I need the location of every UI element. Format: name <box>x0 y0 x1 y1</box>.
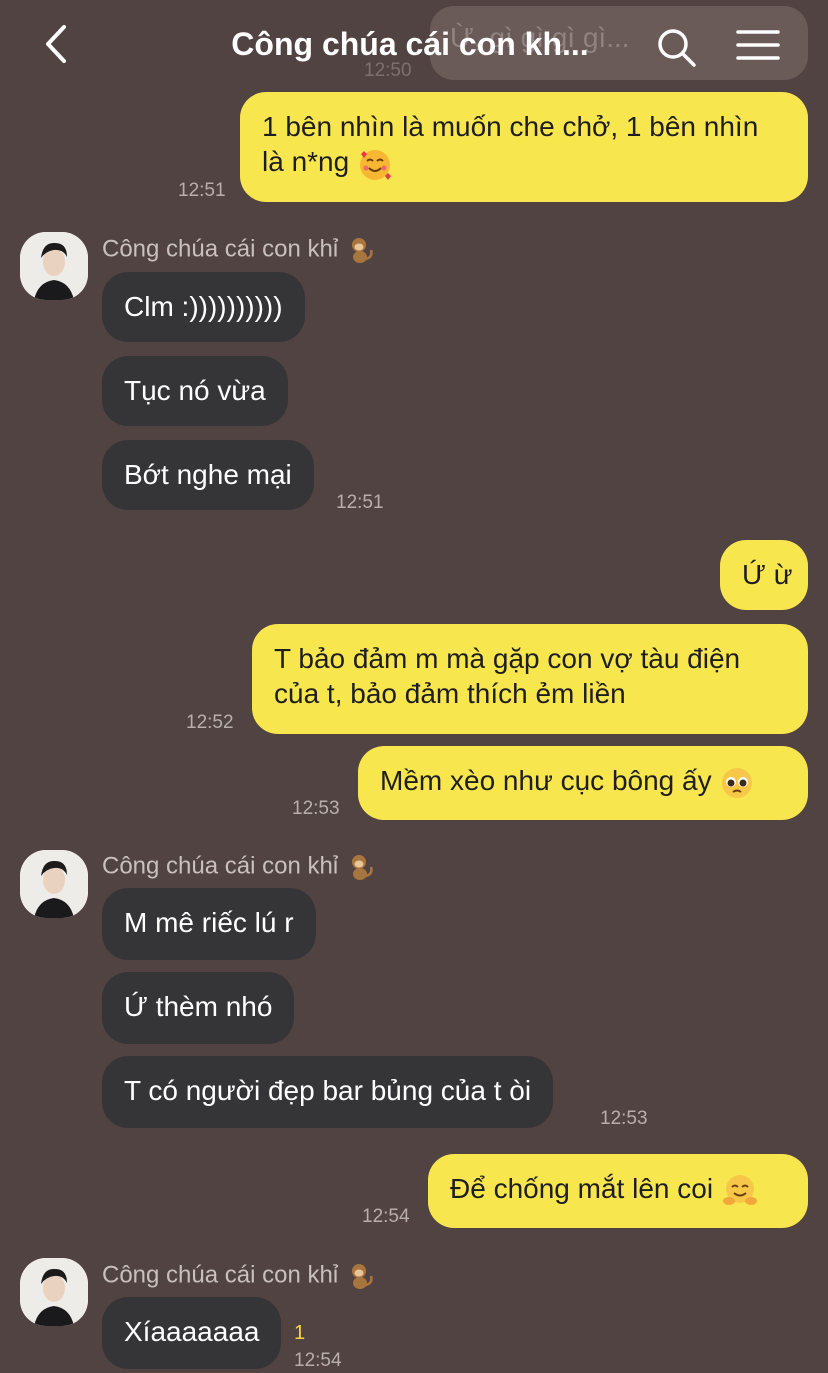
hugging-emoji <box>722 1174 757 1205</box>
message-time: 12:54 <box>362 1206 410 1227</box>
message-bubble-outgoing[interactable]: Mềm xèo như cục bông ấy <box>358 746 808 820</box>
message-time: 12:53 <box>600 1108 648 1129</box>
avatar-photo-icon <box>20 1258 88 1326</box>
search-button[interactable] <box>652 24 700 72</box>
chat-header: Ừ, gì gì gì gì... 12:50 Công chúa cái co… <box>0 0 828 92</box>
chevron-left-icon <box>46 25 66 63</box>
message-time: 12:51 <box>336 492 384 513</box>
message-time: 12:54 <box>294 1350 342 1371</box>
message-time: 12:52 <box>186 712 234 733</box>
message-bubble-incoming[interactable]: M mê riếc lú r <box>102 888 316 960</box>
message-bubble-incoming[interactable]: Ứ thèm nhó <box>102 972 295 1044</box>
message-bubble-incoming[interactable]: Bớt nghe mại <box>102 440 314 510</box>
smiling-hearts-emoji <box>359 149 391 180</box>
avatar-photo-icon <box>20 850 88 918</box>
chat-title: Công chúa cái con kh... <box>231 26 589 62</box>
message-time: 12:53 <box>292 798 340 819</box>
avatar-photo-icon <box>20 232 88 300</box>
contact-avatar[interactable] <box>20 850 88 918</box>
message-bubble-incoming[interactable]: Clm :)))))))))) <box>102 272 305 342</box>
message-bubble-incoming[interactable]: Tục nó vừa <box>102 356 288 426</box>
back-button[interactable] <box>34 22 78 66</box>
monkey-emoji <box>351 1264 373 1289</box>
contact-avatar[interactable] <box>20 1258 88 1326</box>
pleading-emoji <box>722 767 753 798</box>
message-time: 12:50 <box>364 60 412 81</box>
contact-avatar[interactable] <box>20 232 88 300</box>
hamburger-menu-icon <box>736 30 780 60</box>
message-bubble-incoming[interactable]: T có người đẹp bar bủng của t òi <box>102 1056 554 1128</box>
message-bubble-incoming[interactable]: Xíaaaaaaa <box>102 1297 282 1369</box>
search-icon <box>658 29 696 67</box>
sender-name: Công chúa cái con khỉ <box>102 1261 375 1291</box>
message-bubble-outgoing[interactable]: Ứ ừ <box>720 540 808 610</box>
sender-name: Công chúa cái con khỉ <box>102 852 375 882</box>
message-bubble-outgoing[interactable]: T bảo đảm m mà gặp con vợ tàu điện của t… <box>252 624 808 734</box>
unread-count: 1 <box>294 1322 306 1344</box>
menu-button[interactable] <box>732 24 784 68</box>
monkey-emoji <box>351 855 373 880</box>
message-bubble-outgoing[interactable]: 1 bên nhìn là muốn che chở, 1 bên nhìn l… <box>240 92 808 202</box>
sender-name: Công chúa cái con khỉ <box>102 235 375 265</box>
monkey-emoji <box>351 238 373 263</box>
message-time: 12:51 <box>178 180 226 201</box>
message-bubble-outgoing[interactable]: Để chống mắt lên coi <box>428 1154 808 1228</box>
